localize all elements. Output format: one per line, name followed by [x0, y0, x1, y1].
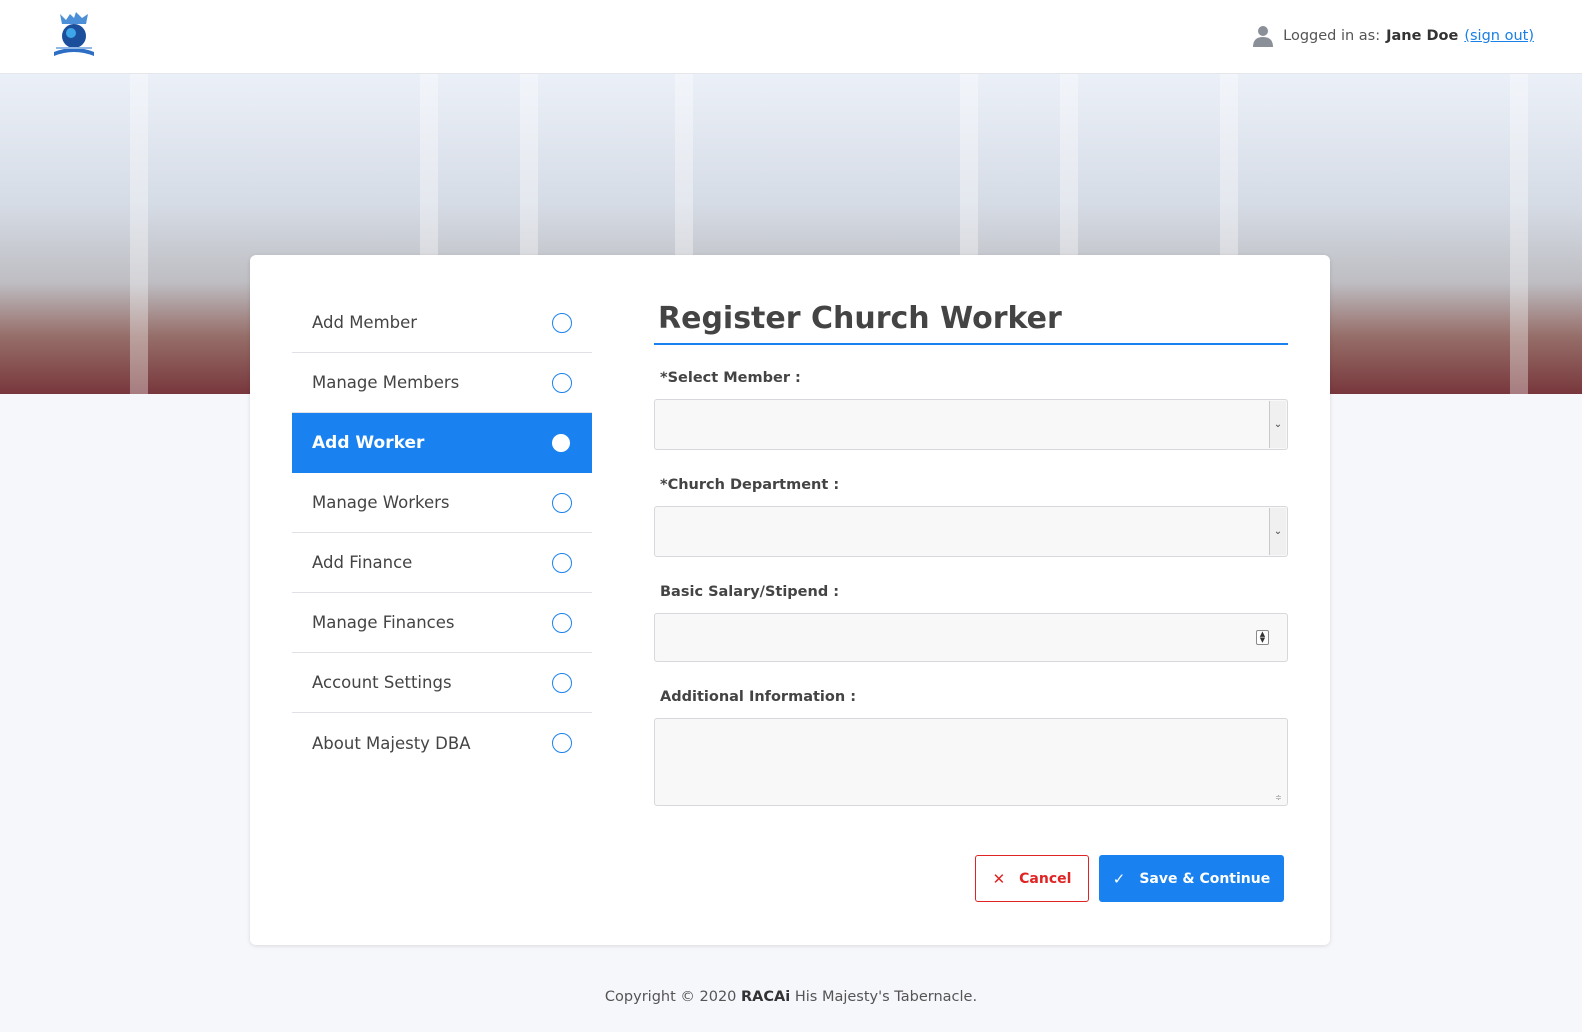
- circle-icon: [552, 612, 572, 633]
- chevron-down-icon[interactable]: ⌄: [1269, 508, 1286, 555]
- additional-info-textarea[interactable]: ≑: [654, 718, 1288, 806]
- sign-out-link[interactable]: (sign out): [1464, 28, 1534, 44]
- sidebar-item-manage-members[interactable]: Manage Members: [292, 353, 592, 413]
- footer-copyright: Copyright © 2020: [604, 989, 737, 1005]
- save-button-label: Save & Continue: [1139, 870, 1271, 887]
- close-icon: ✕: [992, 869, 1006, 888]
- sidebar-item-about[interactable]: About Majesty DBA: [292, 713, 592, 773]
- sidebar-item-label: Add Worker: [312, 433, 425, 453]
- sidebar-item-label: Add Member: [312, 313, 418, 332]
- sidebar-item-manage-workers[interactable]: Manage Workers: [292, 473, 592, 533]
- sidebar-item-label: About Majesty DBA: [312, 733, 471, 753]
- circle-icon: [552, 492, 572, 513]
- user-icon: [1253, 26, 1274, 47]
- circle-icon: [552, 733, 572, 753]
- sidebar-item-label: Add Finance: [312, 553, 413, 572]
- logged-in-label: Logged in as:: [1283, 28, 1381, 44]
- save-continue-button[interactable]: ✓ Save & Continue: [1099, 855, 1284, 902]
- select-member-dropdown[interactable]: ⌄: [654, 399, 1288, 450]
- church-department-dropdown[interactable]: ⌄: [654, 506, 1288, 557]
- circle-icon: [552, 312, 572, 333]
- cancel-button[interactable]: ✕ Cancel: [975, 855, 1089, 902]
- sidebar-nav: Add Member Manage Members Add Worker Man…: [292, 293, 592, 773]
- additional-info-label: Additional Information :: [660, 689, 857, 705]
- church-logo-icon[interactable]: [48, 8, 100, 60]
- sidebar-item-manage-finances[interactable]: Manage Finances: [292, 593, 592, 653]
- sidebar-item-label: Account Settings: [312, 673, 452, 692]
- salary-label: Basic Salary/Stipend :: [660, 584, 840, 600]
- cancel-button-label: Cancel: [1019, 870, 1072, 887]
- circle-icon: [552, 372, 572, 393]
- footer: Copyright © 2020 RACAi His Majesty's Tab…: [0, 989, 1582, 1005]
- spinner-icon[interactable]: ▲ ▼: [1256, 630, 1269, 645]
- check-icon: ✓: [1112, 869, 1126, 888]
- top-header: Logged in as: Jane Doe (sign out): [0, 0, 1582, 74]
- page-title: Register Church Worker: [654, 293, 1288, 345]
- main-card: Add Member Manage Members Add Worker Man…: [250, 255, 1330, 945]
- sidebar-item-label: Manage Members: [312, 373, 460, 392]
- sidebar-item-add-worker[interactable]: Add Worker: [292, 413, 592, 473]
- circle-icon: [552, 552, 572, 573]
- circle-icon: [552, 434, 570, 452]
- footer-org: His Majesty's Tabernacle.: [794, 989, 978, 1005]
- circle-icon: [552, 672, 572, 693]
- sidebar-item-account-settings[interactable]: Account Settings: [292, 653, 592, 713]
- select-member-label: *Select Member :: [660, 370, 801, 386]
- sidebar-item-add-finance[interactable]: Add Finance: [292, 533, 592, 593]
- sidebar-item-label: Manage Finances: [312, 613, 455, 632]
- sidebar-item-label: Manage Workers: [312, 493, 450, 512]
- worker-form: Register Church Worker *Select Member : …: [654, 293, 1288, 806]
- user-status: Logged in as: Jane Doe (sign out): [1251, 24, 1534, 48]
- chevron-down-icon[interactable]: ⌄: [1269, 401, 1286, 448]
- church-department-label: *Church Department :: [660, 477, 840, 493]
- resize-grip-icon[interactable]: ≑: [1275, 793, 1284, 802]
- sidebar-item-add-member[interactable]: Add Member: [292, 293, 592, 353]
- user-name: Jane Doe: [1386, 28, 1459, 44]
- footer-brand: RACAi: [741, 989, 791, 1005]
- salary-input[interactable]: ▲ ▼: [654, 613, 1288, 662]
